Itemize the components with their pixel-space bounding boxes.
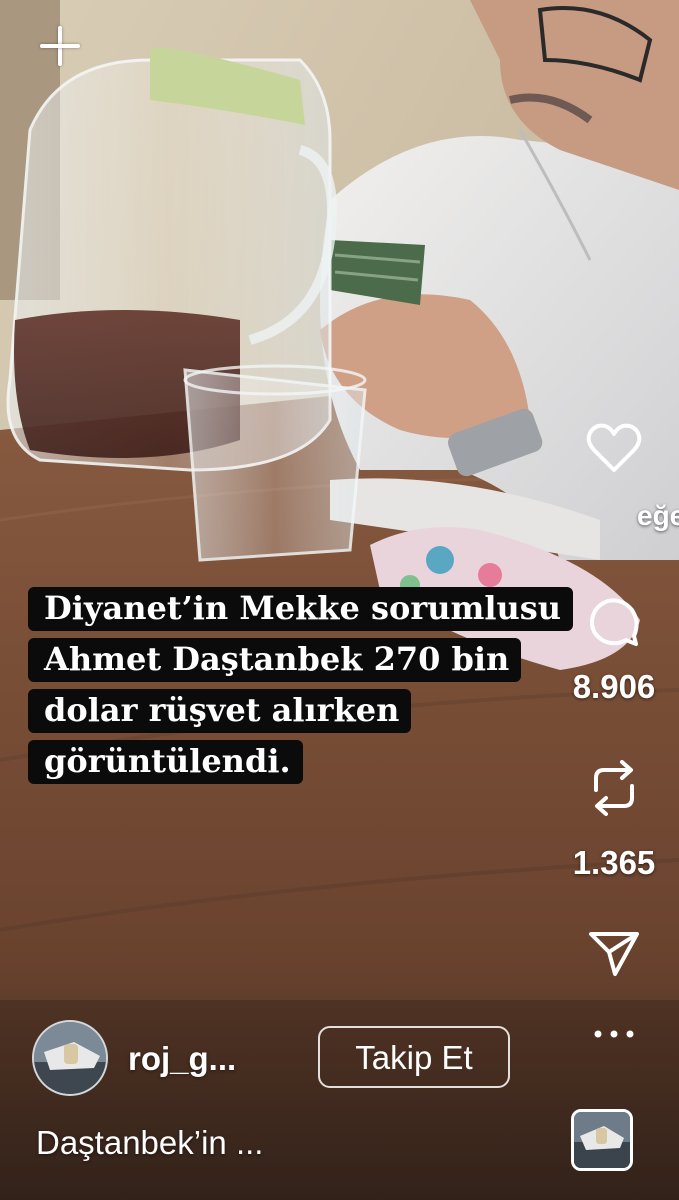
username[interactable]: roj_g... — [128, 1040, 236, 1078]
caption-line-3: dolar rüşvet alırken — [28, 689, 412, 733]
avatar[interactable] — [32, 1020, 108, 1096]
repost-icon — [594, 760, 634, 816]
audio-thumbnail[interactable] — [571, 1109, 633, 1171]
share-icon — [589, 932, 639, 976]
partial-label: eğer — [637, 500, 679, 531]
audio-thumbnail-image — [574, 1112, 630, 1168]
more-button[interactable] — [549, 1028, 679, 1040]
caption-line-1: Diyanet’in Mekke sorumlusu — [28, 587, 574, 631]
author-row: roj_g... Takip Et — [32, 1020, 532, 1100]
follow-button[interactable]: Takip Et — [318, 1026, 510, 1088]
comment-count: 8.906 — [572, 668, 656, 705]
like-button[interactable] — [549, 422, 679, 474]
comment-button[interactable]: 8.906 — [549, 596, 679, 706]
caption-line-4: görüntülendi. — [28, 740, 303, 784]
avatar-image — [34, 1022, 106, 1094]
caption-line-2: Ahmet Daştanbek 270 bin — [28, 638, 522, 682]
heart-icon — [586, 423, 642, 472]
action-rail: eğer 8.906 1.365 — [549, 410, 679, 1090]
post-description[interactable]: Daştanbek’in ... — [36, 1124, 263, 1162]
more-icon — [594, 1030, 634, 1038]
share-button[interactable] — [549, 930, 679, 978]
plus-icon[interactable] — [36, 22, 84, 70]
repost-count: 1.365 — [572, 844, 656, 881]
comment-icon — [589, 598, 639, 646]
repost-button[interactable]: 1.365 — [549, 760, 679, 882]
